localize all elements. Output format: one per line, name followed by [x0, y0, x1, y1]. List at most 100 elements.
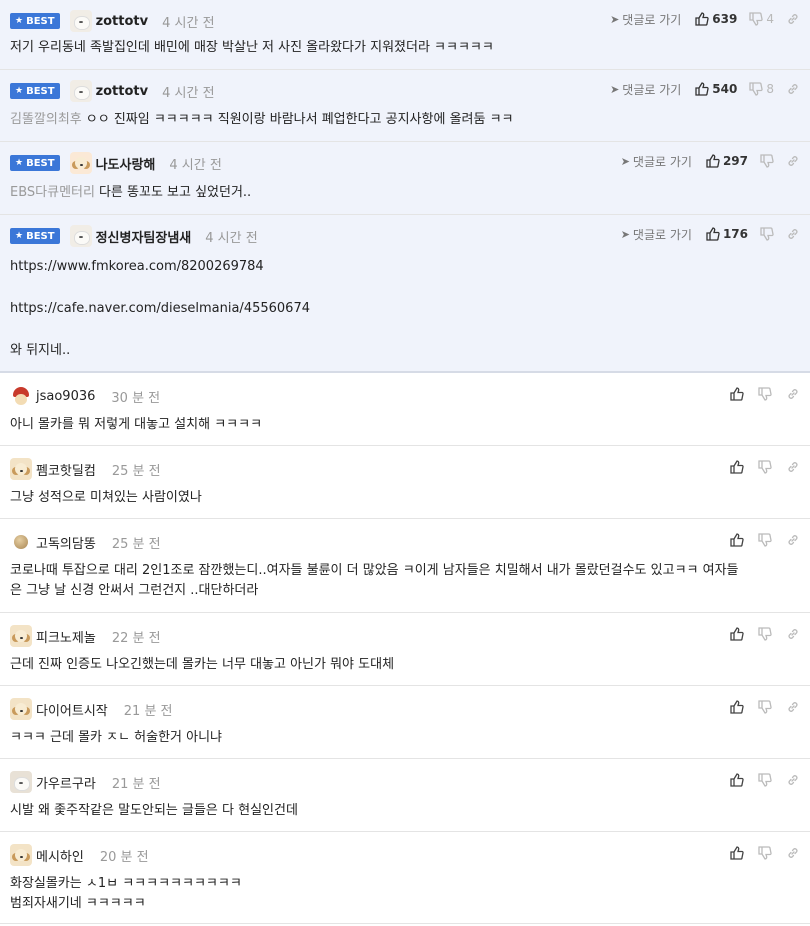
thumbs-up-icon: [730, 846, 744, 860]
link-icon[interactable]: [786, 700, 800, 714]
reply-link[interactable]: ➤ 댓글로 가기: [621, 153, 692, 170]
comment-text: 화장실몰카는 ㅅ1ㅂ ㅋㅋㅋㅋㅋㅋㅋㅋㅋㅋ: [10, 876, 242, 891]
nickname[interactable]: 가우르구라: [36, 773, 96, 792]
upvote-count: 297: [722, 154, 748, 168]
link-icon[interactable]: [786, 12, 800, 26]
star-icon: ★: [15, 16, 24, 26]
upvote-button[interactable]: 176: [706, 227, 748, 241]
avatar[interactable]: [69, 10, 92, 32]
downvote-button[interactable]: 8: [749, 82, 774, 96]
comment-item: 메시하인 20 분 전화장실몰카는 ㅅ1ㅂ ㅋㅋㅋㅋㅋㅋㅋㅋㅋㅋ 범죄자새기네 ㅋㅋ…: [0, 832, 810, 924]
link-icon[interactable]: [786, 773, 800, 787]
timestamp: 21 분 전: [111, 776, 161, 792]
send-arrow-icon: ➤: [620, 227, 630, 241]
reply-target-nick[interactable]: 김똘깔의최후: [10, 112, 82, 127]
downvote-button[interactable]: [758, 627, 772, 641]
nickname[interactable]: 다이어트시작: [36, 700, 108, 719]
comment-text: 그냥 성적으로 미쳐있는 사람이였나: [10, 490, 202, 505]
avatar[interactable]: [69, 80, 92, 102]
comment-body: ㅋㅋㅋ 근데 몰카 ㅈㄴ 허술한거 아니냐: [10, 728, 798, 748]
upvote-button[interactable]: [730, 846, 744, 860]
downvote-button[interactable]: 4: [749, 12, 774, 26]
downvote-button[interactable]: [758, 846, 772, 860]
comment-item: 다이어트시작 21 분 전 ㅋㅋㅋ 근데 몰카 ㅈㄴ 허술한거 아니냐: [0, 686, 810, 759]
avatar[interactable]: [10, 458, 32, 480]
downvote-button[interactable]: [760, 154, 774, 168]
best-badge: ★ BEST: [10, 155, 60, 171]
best-badge: ★ BEST: [10, 228, 60, 244]
avatar[interactable]: [10, 531, 32, 553]
thumbs-down-icon: [758, 460, 772, 474]
avatar[interactable]: [69, 152, 92, 174]
comment-item: 피크노제놀 22 분 전 근데 진짜 인증도 나오긴했는데 몰카는 너무 대놓고 아…: [0, 613, 810, 686]
reply-link-label: 댓글로 가기: [632, 154, 692, 169]
avatar[interactable]: [10, 844, 32, 866]
comment-line: 김똘깔의최후 ㅇㅇ 진짜임 ㅋㅋㅋㅋㅋ 직원이랑 바람나서 폐업한다고 공지사항에…: [10, 110, 798, 130]
thumbs-down-icon: [758, 846, 772, 860]
upvote-button[interactable]: 540: [695, 82, 737, 96]
comment-link[interactable]: https://cafe.naver.com/dieselmania/45560…: [10, 299, 798, 319]
comment-line: EBS다큐멘터리 다른 똥꼬도 보고 싶었던거..: [10, 183, 798, 203]
nickname[interactable]: 고독의담똥: [36, 533, 96, 552]
avatar[interactable]: [10, 771, 32, 793]
nickname[interactable]: jsao9036: [36, 389, 95, 404]
upvote-count: 639: [712, 12, 738, 26]
comment-body: 화장실몰카는 ㅅ1ㅂ ㅋㅋㅋㅋㅋㅋㅋㅋㅋㅋ 범죄자새기네 ㅋㅋㅋㅋㅋ: [10, 874, 798, 914]
link-icon[interactable]: [786, 82, 800, 96]
nickname[interactable]: zottotv: [96, 84, 149, 99]
comment-text: 와 뒤지네..: [10, 343, 71, 358]
upvote-button[interactable]: [730, 387, 744, 401]
nickname[interactable]: 나도사랑해: [96, 154, 156, 173]
thumbs-down-icon: [758, 387, 772, 401]
link-icon[interactable]: [786, 387, 800, 401]
comment-item: 고독의담똥 25 분 전 코로나때 투잡으로 대리 2인1조로 잠깐했는디..여자들…: [0, 519, 810, 613]
comment-text: ㅋㅋㅋ 근데 몰카 ㅈㄴ 허술한거 아니냐: [10, 730, 223, 745]
reply-link[interactable]: ➤ 댓글로 가기: [610, 81, 681, 98]
timestamp: 30 분 전: [111, 390, 161, 406]
thumbs-up-icon: [695, 12, 709, 26]
comment-link[interactable]: https://www.fmkorea.com/8200269784: [10, 257, 798, 277]
link-icon[interactable]: [786, 533, 800, 547]
timestamp: 4 시간 전: [162, 85, 215, 101]
reply-target-nick[interactable]: EBS다큐멘터리: [10, 185, 95, 200]
avatar[interactable]: [69, 225, 92, 247]
reply-link[interactable]: ➤ 댓글로 가기: [610, 11, 681, 28]
link-icon[interactable]: [786, 227, 800, 241]
link-icon[interactable]: [786, 154, 800, 168]
link-icon[interactable]: [786, 460, 800, 474]
upvote-button[interactable]: [730, 533, 744, 547]
upvote-button[interactable]: [730, 627, 744, 641]
upvote-button[interactable]: [730, 773, 744, 787]
comment-actions: [730, 697, 800, 717]
nickname[interactable]: zottotv: [96, 14, 149, 29]
link-icon[interactable]: [786, 846, 800, 860]
downvote-button[interactable]: [758, 773, 772, 787]
upvote-button[interactable]: [730, 700, 744, 714]
timestamp: 20 분 전: [99, 849, 149, 865]
downvote-button[interactable]: [760, 227, 774, 241]
comment-text: 코로나때 투잡으로 대리 2인1조로 잠깐했는디..여자들 불륜이 더 많았음 …: [10, 563, 739, 578]
comment-text: 은 그냥 날 신경 안써서 그런건지 ..대단하더라: [10, 583, 259, 598]
downvote-button[interactable]: [758, 700, 772, 714]
downvote-button[interactable]: [758, 387, 772, 401]
upvote-button[interactable]: [730, 460, 744, 474]
avatar[interactable]: [10, 385, 32, 407]
link-icon[interactable]: [786, 627, 800, 641]
avatar[interactable]: [10, 625, 32, 647]
nickname[interactable]: 메시하인: [36, 846, 84, 865]
avatar[interactable]: [10, 698, 32, 720]
thumbs-up-icon: [695, 82, 709, 96]
comment-header: 가우르구라 21 분 전: [10, 770, 161, 794]
nickname[interactable]: 피크노제놀: [36, 627, 96, 646]
nickname[interactable]: 펨코핫딜컴: [36, 460, 96, 479]
comment-actions: ➤ 댓글로 가기 540 8: [610, 79, 800, 99]
downvote-button[interactable]: [758, 460, 772, 474]
comment-header: 펨코핫딜컴 25 분 전: [10, 457, 161, 481]
reply-link[interactable]: ➤ 댓글로 가기: [621, 226, 692, 243]
upvote-button[interactable]: 639: [695, 12, 737, 26]
star-icon: ★: [15, 231, 24, 241]
upvote-button[interactable]: 297: [706, 154, 748, 168]
best-badge-label: BEST: [26, 157, 55, 169]
nickname[interactable]: 정신병자팀장냄새: [96, 227, 192, 246]
downvote-button[interactable]: [758, 533, 772, 547]
